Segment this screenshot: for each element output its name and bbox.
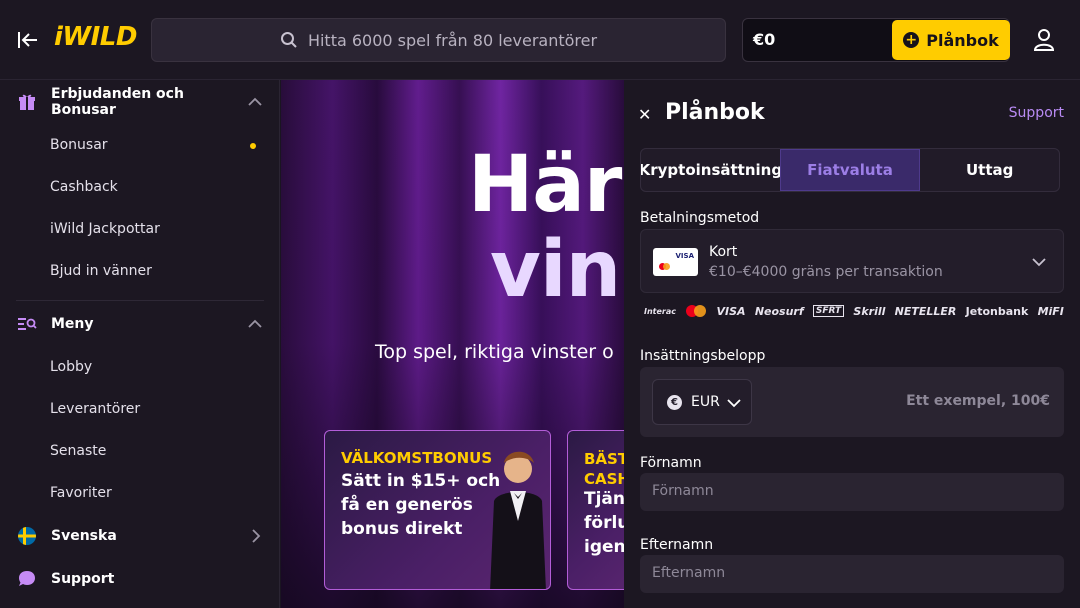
- mastercard-circle: [663, 263, 670, 270]
- visa-logo: VISA: [716, 304, 746, 318]
- neteller-logo: NETELLER: [894, 304, 957, 318]
- host-character-illustration: [490, 451, 546, 589]
- wallet-panel: ✕ Plånbok Support Kryptoinsättning Fiatv…: [624, 80, 1080, 608]
- deposit-amount-label: Insättningsbelopp: [640, 348, 766, 364]
- payment-providers-row: Interac VISA Neosurf SFRT Skrill NETELLE…: [644, 303, 1064, 319]
- support-label: Support: [51, 571, 115, 587]
- sidebar-divider: [16, 300, 264, 301]
- lastname-placeholder: Efternamn: [652, 565, 726, 581]
- currency-select[interactable]: € EUR: [652, 379, 752, 425]
- interac-logo: Interac: [644, 306, 677, 316]
- wallet-title: Plånbok: [665, 100, 765, 125]
- promo-card-cashback[interactable]: BÄST CASH Tjän förlu igen: [567, 430, 624, 590]
- notification-dot: [250, 143, 256, 149]
- promo-title: VÄLKOMSTBONUS: [341, 449, 493, 467]
- lastname-field[interactable]: Efternamn: [640, 555, 1064, 593]
- firstname-field[interactable]: Förnamn: [640, 473, 1064, 511]
- collapse-sidebar-icon[interactable]: [14, 27, 42, 53]
- firstname-label: Förnamn: [640, 455, 702, 471]
- sidebar-item-favorites[interactable]: Favoriter: [50, 485, 112, 501]
- promo-card-welcome[interactable]: VÄLKOMSTBONUS Sätt in $15+ och få en gen…: [324, 430, 551, 590]
- tab-withdrawal[interactable]: Uttag: [920, 149, 1059, 191]
- amount-placeholder: Ett exempel, 100€: [906, 393, 1050, 409]
- tab-crypto-deposit[interactable]: Kryptoinsättning: [641, 149, 780, 191]
- chat-bubble-icon: [16, 568, 38, 590]
- wallet-button-label: Plånbok: [926, 30, 999, 50]
- sidebar-section-offers[interactable]: Erbjudanden och Bonusar: [16, 86, 263, 118]
- sidebar: Erbjudanden och Bonusar Bonusar Cashback…: [0, 80, 280, 608]
- close-icon[interactable]: ✕: [638, 105, 651, 124]
- deposit-amount-field[interactable]: € EUR Ett exempel, 100€: [640, 367, 1064, 437]
- payment-method-select[interactable]: VISA Kort €10–€4000 gräns per transaktio…: [640, 229, 1064, 293]
- chevron-right-icon[interactable]: [247, 528, 263, 544]
- method-name: Kort: [709, 244, 738, 260]
- search-placeholder: Hitta 6000 spel från 80 leverantörer: [307, 30, 598, 50]
- balance-amount: €0: [753, 30, 776, 49]
- wallet-tabs: Kryptoinsättning Fiatvaluta Uttag: [640, 148, 1060, 192]
- hero-title-line1: Här: [468, 140, 622, 230]
- site-logo[interactable]: iWILD: [54, 22, 137, 52]
- sweden-flag-icon: [16, 525, 38, 547]
- sidebar-item-cashback[interactable]: Cashback: [50, 179, 118, 195]
- tab-fiat-currency[interactable]: Fiatvaluta: [779, 149, 921, 191]
- card-icon: VISA: [653, 248, 698, 276]
- chevron-up-icon[interactable]: [247, 94, 263, 110]
- menu-search-icon: [16, 313, 38, 335]
- sidebar-item-lobby[interactable]: Lobby: [50, 359, 92, 375]
- jetonbank-logo: Jetonbank: [965, 304, 1029, 318]
- language-label: Svenska: [51, 528, 117, 544]
- euro-icon: €: [667, 395, 682, 410]
- skrill-logo: Skrill: [853, 304, 886, 318]
- sidebar-item-invite[interactable]: Bjud in vänner: [50, 263, 152, 279]
- payment-method-label: Betalningsmetod: [640, 210, 760, 226]
- neosurf-logo: Neosurf: [754, 304, 804, 318]
- card-brand-label: VISA: [675, 252, 694, 260]
- plus-icon: +: [903, 32, 920, 48]
- sidebar-item-providers[interactable]: Leverantörer: [50, 401, 140, 417]
- language-selector[interactable]: Svenska: [16, 522, 263, 550]
- sidebar-item-jackpots[interactable]: iWild Jackpottar: [50, 221, 160, 237]
- search-input[interactable]: Hitta 6000 spel från 80 leverantörer: [151, 18, 726, 62]
- chevron-up-icon[interactable]: [247, 316, 263, 332]
- sidebar-section-menu-label: Meny: [51, 316, 94, 332]
- sidebar-section-offers-label: Erbjudanden och Bonusar: [51, 86, 184, 118]
- user-icon[interactable]: [1030, 26, 1058, 54]
- search-icon: [280, 32, 297, 48]
- chevron-down-icon: [727, 399, 741, 408]
- chevron-down-icon: [1032, 258, 1046, 267]
- wallet-button[interactable]: + Plånbok: [892, 20, 1010, 60]
- method-description: €10–€4000 gräns per transaktion: [709, 264, 943, 280]
- sidebar-item-bonuses[interactable]: Bonusar: [50, 137, 108, 153]
- hero-banner: Här vinn Top spel, riktiga vinster o VÄL…: [281, 80, 624, 608]
- sfrt-logo: SFRT: [812, 305, 845, 317]
- top-header: iWILD Hitta 6000 spel från 80 leverantör…: [0, 0, 1080, 80]
- hero-title-line2: vinn: [490, 225, 624, 315]
- promo-title: BÄST CASH: [584, 450, 624, 488]
- hero-subtitle: Top spel, riktiga vinster o: [375, 341, 614, 363]
- gift-icon: [16, 91, 38, 113]
- mastercard-logo: [686, 305, 707, 317]
- currency-code: EUR: [691, 394, 720, 410]
- sidebar-support[interactable]: Support: [16, 565, 263, 593]
- lastname-label: Efternamn: [640, 537, 714, 553]
- sidebar-item-recent[interactable]: Senaste: [50, 443, 106, 459]
- firstname-placeholder: Förnamn: [652, 483, 714, 499]
- promo-body: Tjän förlu igen: [584, 489, 624, 557]
- mifi-logo: MiFI: [1037, 304, 1064, 318]
- wallet-support-link[interactable]: Support: [1009, 105, 1064, 121]
- sidebar-section-menu[interactable]: Meny: [16, 310, 263, 338]
